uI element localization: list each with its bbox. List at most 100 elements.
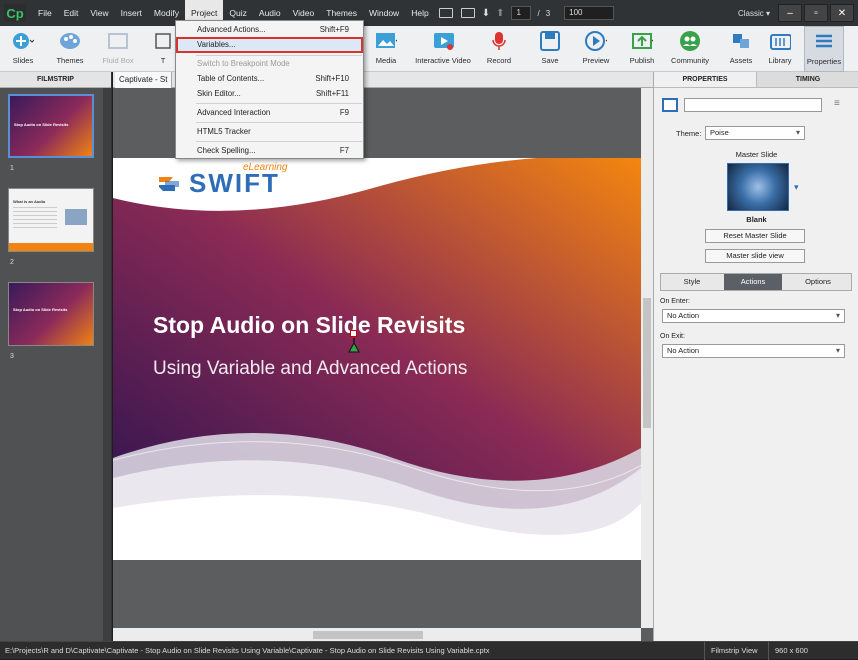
assets-label: Assets — [729, 56, 753, 65]
library-button[interactable]: Library — [764, 26, 796, 72]
record-label: Record — [486, 56, 512, 65]
menu-item-check-spelling[interactable]: Check Spelling... F7 — [176, 143, 363, 159]
scroll-thumb[interactable] — [643, 298, 651, 428]
on-exit-select[interactable]: No Action — [662, 344, 845, 358]
master-slide-thumbnail[interactable] — [727, 163, 789, 211]
swift-logo-mark — [159, 176, 179, 191]
menu-item-table-of-contents[interactable]: Table of Contents... Shift+F10 — [176, 71, 363, 87]
menu-item-advanced-interaction[interactable]: Advanced Interaction F9 — [176, 105, 363, 121]
reset-master-slide-button[interactable]: Reset Master Slide — [705, 229, 805, 243]
maximize-button[interactable]: ▫ — [804, 4, 828, 22]
arrow-down-icon[interactable]: ⬇ — [482, 8, 490, 19]
thumb-text-lines — [13, 207, 57, 231]
workspace-switcher[interactable]: Classic ▾ — [738, 9, 770, 18]
menu-item-label: HTML5 Tracker — [197, 127, 251, 136]
thumb-title: What is an Audio — [13, 199, 46, 204]
menu-file[interactable]: File — [32, 0, 58, 26]
slide-canvas[interactable]: eLearning SWIFT Stop Audio on Slide Revi… — [113, 158, 641, 560]
slide-name-input[interactable] — [684, 98, 822, 112]
themes-button[interactable]: Themes — [52, 26, 88, 72]
filmstrip-panel: FILMSTRIP Stop Audio on Slide Revisits 1… — [0, 72, 112, 641]
project-menu-dropdown: Advanced Actions... Shift+F9 Variables...… — [175, 20, 364, 159]
thumb-title: Stop Audio on Slide Revisits — [13, 307, 68, 312]
publish-button[interactable]: Publish — [626, 26, 658, 72]
slide-thumbnail[interactable]: Stop Audio on Slide Revisits — [8, 282, 94, 346]
menu-separator — [196, 122, 362, 123]
theme-select[interactable]: Poise — [705, 126, 805, 140]
interactive-video-button[interactable]: Interactive Video — [412, 26, 474, 72]
segment-style[interactable]: Style — [661, 274, 723, 290]
arrow-up-icon[interactable]: ⬆ — [496, 8, 504, 19]
media-button[interactable]: Media — [368, 26, 404, 72]
media-label: Media — [375, 56, 397, 65]
library-label: Library — [768, 56, 792, 65]
themes-label: Themes — [56, 56, 84, 65]
master-slide-view-button[interactable]: Master slide view — [705, 249, 805, 263]
fluid-box-label: Fluid Box — [102, 56, 134, 65]
list-options-icon[interactable]: ≡ — [834, 98, 840, 109]
slides-button[interactable]: Slides — [6, 26, 40, 72]
page-number-input[interactable]: 1 — [511, 6, 532, 20]
text-button[interactable]: T — [152, 26, 174, 72]
image-icon — [375, 30, 397, 52]
shortcut: Shift+F11 — [315, 89, 349, 98]
slide-title[interactable]: Stop Audio on Slide Revisits — [153, 312, 465, 339]
slide-subtitle[interactable]: Using Variable and Advanced Actions — [153, 358, 467, 380]
stage-vertical-scrollbar[interactable] — [641, 88, 653, 628]
menu-help[interactable]: Help — [405, 0, 434, 26]
mail-icon[interactable] — [460, 8, 475, 18]
preview-button[interactable]: Preview — [578, 26, 614, 72]
filmstrip-scrollbar[interactable] — [103, 88, 111, 641]
stage-horizontal-scrollbar[interactable] — [113, 628, 641, 641]
record-button[interactable]: Record — [484, 26, 514, 72]
properties-button[interactable]: Properties — [804, 26, 844, 72]
master-slide-label: Master Slide — [735, 150, 778, 159]
document-tab[interactable]: Captivate - St — [115, 72, 173, 88]
menu-item-advanced-actions[interactable]: Advanced Actions... Shift+F9 — [176, 22, 363, 38]
menu-edit[interactable]: Edit — [58, 0, 85, 26]
minimize-button[interactable]: – — [778, 4, 802, 22]
on-enter-label: On Enter: — [660, 298, 690, 305]
save-icon — [539, 30, 561, 52]
menu-item-html5-tracker[interactable]: HTML5 Tracker — [176, 124, 363, 140]
segment-control: Style Actions Options — [660, 273, 852, 291]
filmstrip-header: FILMSTRIP — [0, 72, 111, 88]
segment-options[interactable]: Options — [785, 274, 851, 290]
menu-item-label: Skin Editor... — [197, 89, 241, 98]
logo-tagline: eLearning — [243, 162, 288, 173]
text-icon — [152, 30, 174, 52]
community-button[interactable]: Community — [668, 26, 712, 72]
assets-button[interactable]: Assets — [726, 26, 756, 72]
properties-label: Properties — [806, 57, 842, 66]
save-button[interactable]: Save — [536, 26, 564, 72]
menu-window[interactable]: Window — [363, 0, 405, 26]
master-dropdown-icon[interactable]: ▾ — [794, 182, 799, 193]
assets-icon — [730, 30, 752, 52]
menu-item-breakpoint-mode[interactable]: Switch to Breakpoint Mode — [176, 56, 363, 72]
fluid-box-icon — [107, 30, 129, 52]
segment-actions[interactable]: Actions — [724, 274, 782, 290]
slide-thumbnail[interactable]: What is an Audio — [8, 188, 94, 252]
on-enter-select[interactable]: No Action — [662, 309, 845, 323]
slide-type-icon — [662, 98, 678, 112]
menu-insert[interactable]: Insert — [115, 0, 148, 26]
menu-separator — [196, 141, 362, 142]
scroll-thumb[interactable] — [313, 631, 423, 639]
menu-item-label: Advanced Actions... — [197, 25, 266, 34]
menu-item-variables[interactable]: Variables... — [176, 37, 363, 53]
shortcut: Shift+F9 — [319, 25, 349, 34]
thumb-image — [65, 209, 87, 225]
shortcut: Shift+F10 — [315, 74, 349, 83]
tab-timing[interactable]: TIMING — [756, 72, 858, 88]
selection-handle[interactable] — [350, 330, 357, 337]
close-button[interactable]: ✕ — [830, 4, 854, 22]
menu-item-skin-editor[interactable]: Skin Editor... Shift+F11 — [176, 86, 363, 102]
main-toolbar: Slides Themes Fluid Box T Media Interact… — [0, 26, 858, 72]
tab-properties[interactable]: PROPERTIES — [654, 72, 756, 88]
fluid-box-button[interactable]: Fluid Box — [98, 26, 138, 72]
menu-view[interactable]: View — [84, 0, 114, 26]
properties-panel: PROPERTIES TIMING ≡ Theme: Poise Master … — [653, 72, 858, 641]
monitor-icon[interactable] — [438, 8, 453, 18]
slide-thumbnail[interactable]: Stop Audio on Slide Revisits — [8, 94, 94, 158]
zoom-select[interactable]: 100 — [564, 6, 615, 20]
